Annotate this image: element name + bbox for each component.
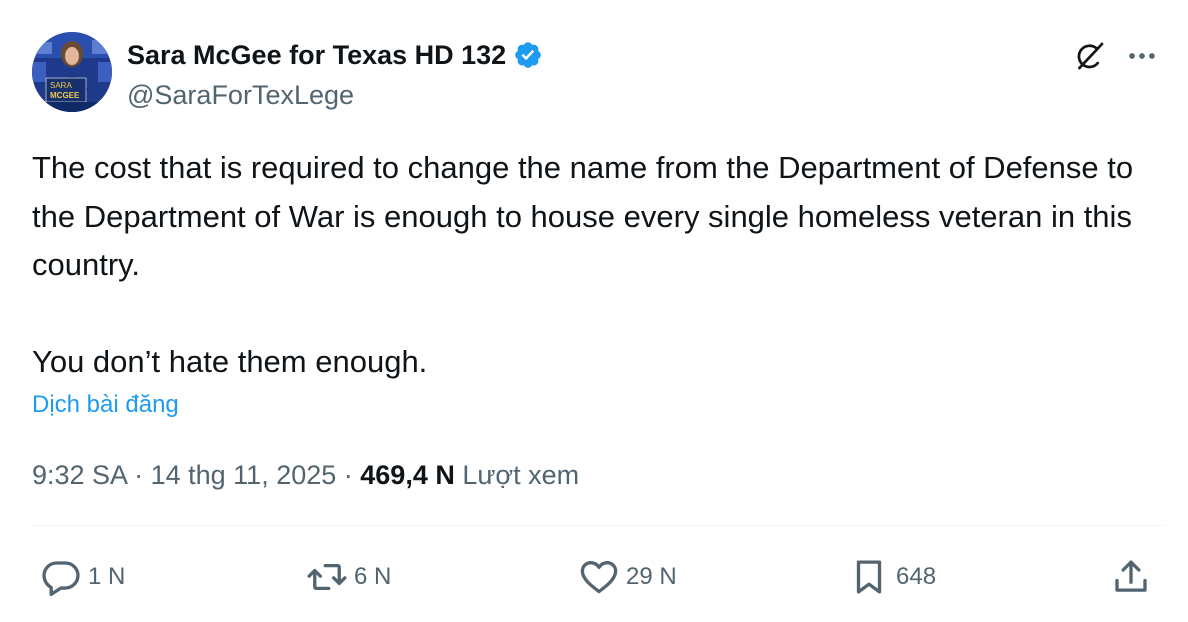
- divider: [32, 525, 1163, 526]
- share-icon: [1115, 560, 1147, 592]
- reply-count: 1 N: [88, 563, 126, 590]
- tweet-paragraph-1: The cost that is required to change the …: [32, 150, 1134, 282]
- bookmark-icon: [856, 560, 882, 594]
- repost-count: 6 N: [354, 563, 392, 590]
- views-label: Lượt xem: [454, 460, 580, 490]
- repost-icon: [307, 563, 347, 591]
- author-name[interactable]: Sara McGee for Texas HD 132: [127, 38, 506, 72]
- bookmark-button[interactable]: 648: [848, 556, 936, 598]
- avatar-image: SARA MCGEE: [32, 32, 112, 112]
- tweet-text: The cost that is required to change the …: [32, 144, 1142, 386]
- avatar-text-mcgee: MCGEE: [50, 91, 80, 100]
- translate-post-link[interactable]: Dịch bài đăng: [32, 390, 179, 420]
- heart-icon: [580, 560, 618, 594]
- avatar-text-sara: SARA: [50, 81, 72, 90]
- tweet-date[interactable]: 14 thg 11, 2025: [151, 460, 337, 490]
- repost-button[interactable]: 6 N: [306, 556, 391, 598]
- verified-badge-icon[interactable]: [513, 40, 543, 70]
- like-count: 29 N: [626, 563, 677, 590]
- author-handle[interactable]: @SaraForTexLege: [127, 78, 354, 112]
- tweet-time[interactable]: 9:32 SA: [32, 460, 127, 490]
- views-count: 469,4 N: [360, 460, 455, 490]
- more-icon[interactable]: [1122, 36, 1162, 76]
- reply-button[interactable]: 1 N: [40, 556, 125, 598]
- avatar[interactable]: SARA MCGEE: [32, 32, 112, 112]
- meta-separator: ·: [126, 460, 151, 490]
- share-button[interactable]: [1110, 556, 1152, 598]
- author-name-row[interactable]: Sara McGee for Texas HD 132: [127, 38, 543, 72]
- reply-icon: [42, 561, 80, 596]
- tweet-meta: 9:32 SA · 14 thg 11, 2025 · 469,4 N Lượt…: [32, 458, 579, 492]
- bookmark-count: 648: [896, 563, 937, 590]
- meta-separator: ·: [336, 460, 361, 490]
- tweet-paragraph-2: You don’t hate them enough.: [32, 343, 428, 379]
- grok-icon[interactable]: [1070, 36, 1110, 76]
- like-button[interactable]: 29 N: [578, 556, 677, 598]
